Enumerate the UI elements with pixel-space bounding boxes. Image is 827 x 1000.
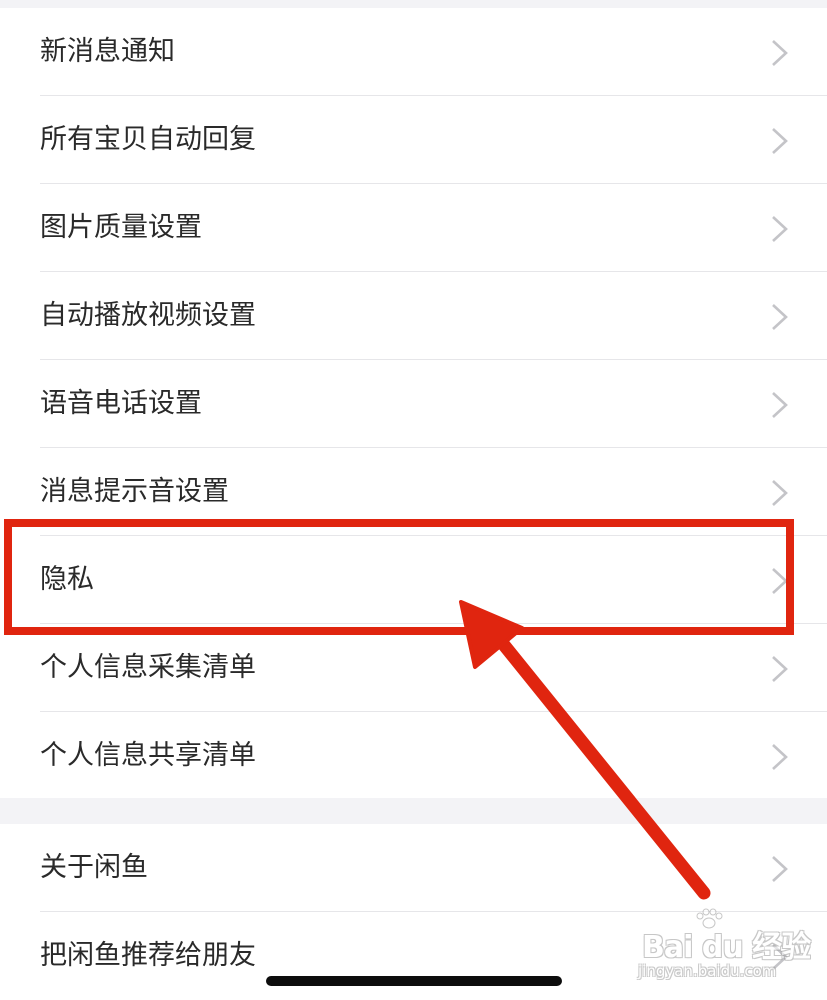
settings-group-main: 新消息通知 所有宝贝自动回复 图片质量设置 自动播放视频设置 语音电话设置 消息… xyxy=(0,8,827,798)
watermark-brand: Bai du 经验 xyxy=(642,930,811,965)
chevron-right-icon xyxy=(772,304,788,330)
watermark: Bai du 经验 jingyan.baidu.com xyxy=(634,908,824,988)
settings-item-personal-info-collection[interactable]: 个人信息采集清单 xyxy=(0,624,827,712)
settings-item-voice-call[interactable]: 语音电话设置 xyxy=(0,360,827,448)
settings-item-label: 所有宝贝自动回复 xyxy=(40,124,256,155)
settings-item-autoplay-video[interactable]: 自动播放视频设置 xyxy=(0,272,827,360)
chevron-right-icon xyxy=(772,856,788,882)
watermark-url: jingyan.baidu.com xyxy=(638,962,777,980)
settings-item-label: 把闲鱼推荐给朋友 xyxy=(40,940,256,971)
settings-item-image-quality[interactable]: 图片质量设置 xyxy=(0,184,827,272)
settings-item-label: 关于闲鱼 xyxy=(40,852,148,883)
chevron-right-icon xyxy=(772,40,788,66)
settings-item-auto-reply[interactable]: 所有宝贝自动回复 xyxy=(0,96,827,184)
settings-item-label: 新消息通知 xyxy=(40,36,175,67)
home-indicator[interactable] xyxy=(266,976,562,986)
settings-item-personal-info-sharing[interactable]: 个人信息共享清单 xyxy=(0,712,827,800)
settings-item-label: 语音电话设置 xyxy=(40,388,202,419)
top-spacer xyxy=(0,0,827,8)
settings-item-new-message-notification[interactable]: 新消息通知 xyxy=(0,8,827,96)
settings-item-label: 图片质量设置 xyxy=(40,212,202,243)
chevron-right-icon xyxy=(772,480,788,506)
settings-item-about[interactable]: 关于闲鱼 xyxy=(0,824,827,912)
chevron-right-icon xyxy=(772,656,788,682)
chevron-right-icon xyxy=(772,744,788,770)
settings-item-label: 个人信息采集清单 xyxy=(40,652,256,683)
highlight-box xyxy=(4,519,794,635)
settings-item-label: 自动播放视频设置 xyxy=(40,300,256,331)
settings-item-label: 个人信息共享清单 xyxy=(40,740,256,771)
chevron-right-icon xyxy=(772,392,788,418)
chevron-right-icon xyxy=(772,216,788,242)
chevron-right-icon xyxy=(772,128,788,154)
